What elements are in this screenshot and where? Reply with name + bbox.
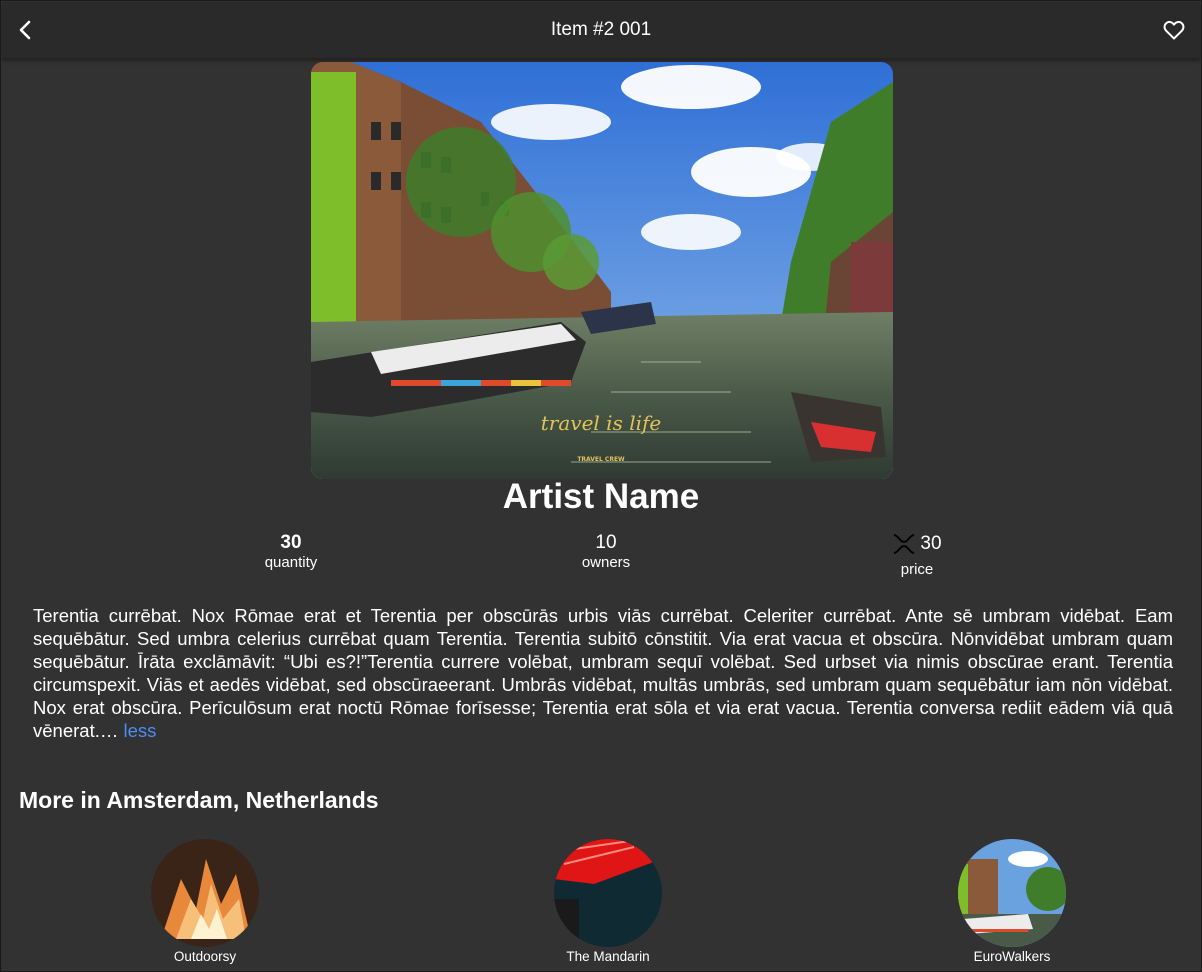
price-value: 30: [920, 533, 942, 554]
item-description: Terentia currēbat. Nox Rōmae erat et Ter…: [33, 604, 1173, 742]
page-title: Item #2 001: [550, 19, 652, 40]
more-item-image[interactable]: [958, 839, 1066, 947]
app-frame: Item #2 001 travel is life TRAVEL CREW A…: [0, 0, 1202, 972]
quantity-label: quantity: [264, 554, 318, 571]
xrp-currency-icon: [894, 534, 915, 554]
favorite-button[interactable]: [1162, 18, 1186, 42]
stat-price: 30 price: [837, 533, 997, 580]
more-item-name: Outdoorsy: [173, 949, 237, 964]
item-image[interactable]: travel is life TRAVEL CREW: [311, 62, 893, 479]
watermark-script: travel is life: [541, 411, 661, 435]
more-item-image[interactable]: [554, 839, 662, 947]
show-less-link[interactable]: less: [124, 720, 157, 741]
top-app-bar: Item #2 001: [2, 2, 1200, 59]
artist-name[interactable]: Artist Name: [1, 477, 1201, 517]
stat-quantity: 30 quantity: [211, 533, 371, 573]
more-section-title: More in Amsterdam, Netherlands: [19, 787, 379, 813]
heart-outline-icon: [1163, 20, 1185, 40]
price-label: price: [900, 561, 934, 578]
owners-label: owners: [581, 554, 631, 571]
more-item-name: EuroWalkers: [973, 949, 1051, 964]
more-item-name: The Mandarin: [566, 949, 650, 964]
more-item-eurowalkers[interactable]: EuroWalkers: [912, 839, 1112, 964]
more-item-the-mandarin[interactable]: The Mandarin: [508, 839, 708, 964]
stat-owners: 10 owners: [526, 533, 686, 573]
quantity-value: 30: [280, 532, 302, 553]
owners-value: 10: [595, 532, 617, 553]
more-item-image[interactable]: [151, 839, 259, 947]
more-item-outdoorsy[interactable]: Outdoorsy: [105, 839, 305, 964]
description-text: Terentia currēbat. Nox Rōmae erat et Ter…: [33, 605, 1173, 741]
watermark-caption: TRAVEL CREW: [577, 456, 625, 463]
